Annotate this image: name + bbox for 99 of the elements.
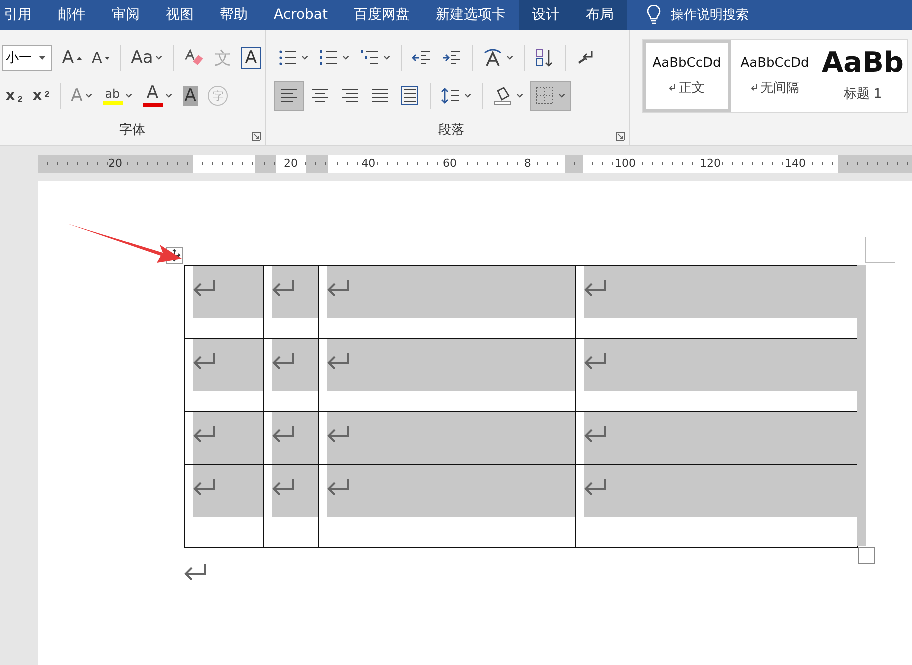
menu-tab[interactable]: 邮件 <box>45 0 99 30</box>
paragraph-mark-icon <box>584 278 608 298</box>
paragraph-mark-icon <box>272 424 296 444</box>
paragraph-mark-icon <box>193 278 217 298</box>
ruler-number: 120 <box>699 157 722 170</box>
return-arrow-icon <box>669 84 676 91</box>
group-label: 字体 <box>118 122 146 139</box>
paragraph-mark-icon <box>272 477 296 497</box>
eraser-icon[interactable] <box>184 48 204 68</box>
table-cell[interactable] <box>184 464 264 548</box>
line-spacing-icon <box>441 86 461 106</box>
menu-tab[interactable]: 布局 <box>573 0 627 30</box>
paragraph-mark-icon <box>193 351 217 371</box>
ruler-number: 60 <box>442 157 458 170</box>
subscript-button[interactable]: x <box>2 82 28 110</box>
return-arrow-icon <box>750 84 758 91</box>
menu-tab[interactable]: 新建选项卡 <box>423 0 519 30</box>
menu-tab[interactable]: Acrobat <box>261 0 341 30</box>
paragraph-mark-icon <box>327 278 351 298</box>
paragraph-mark-icon <box>584 351 608 371</box>
paragraph-mark-icon <box>327 351 351 371</box>
caret-icon <box>86 94 93 98</box>
border-grid-icon <box>535 86 555 106</box>
caret-down-icon <box>105 56 110 60</box>
caret-icon <box>517 94 524 98</box>
paragraph-mark-icon <box>193 477 217 497</box>
caret-up-icon <box>77 56 82 60</box>
tell-me-search[interactable]: 操作说明搜索 <box>671 6 749 24</box>
font-size-dropdown[interactable]: 小一 <box>2 45 52 71</box>
table-cell[interactable] <box>318 338 576 412</box>
paragraph-mark-icon <box>584 477 608 497</box>
align-left-button[interactable] <box>274 81 304 111</box>
ruler-number: 8 <box>523 157 532 170</box>
ruler-number: 40 <box>360 157 377 170</box>
ruler-text-area <box>193 154 255 172</box>
table-resize-handle[interactable] <box>858 547 875 564</box>
bullet-list-icon <box>278 48 298 68</box>
character-shading-button[interactable]: A <box>178 82 202 110</box>
paragraph-mark-icon <box>272 351 296 371</box>
highlight-button[interactable]: ab <box>98 82 137 110</box>
font-color-button[interactable]: A <box>138 82 177 110</box>
style-gallery-item[interactable]: AaBbCcDd 正文 <box>643 40 731 112</box>
table-cell[interactable] <box>576 266 858 338</box>
margin-corner-mark <box>865 237 895 264</box>
menu-tab[interactable]: 审阅 <box>99 0 153 30</box>
caret-icon <box>559 94 566 98</box>
ruler-margin-area <box>255 154 276 172</box>
table-cell[interactable] <box>318 464 576 548</box>
table-cell[interactable] <box>576 464 858 548</box>
menu-tab[interactable]: 帮助 <box>207 0 261 30</box>
paragraph-mark-icon <box>184 562 208 582</box>
lightbulb-icon <box>647 5 661 25</box>
ruler-number: 140 <box>784 157 807 170</box>
sort-icon <box>535 48 555 68</box>
table-cell[interactable] <box>264 338 318 412</box>
paragraph-mark-icon <box>584 424 608 444</box>
menu-tab[interactable]: 引用 <box>0 0 45 30</box>
table-cell[interactable] <box>318 412 576 464</box>
table-cell[interactable] <box>264 464 318 548</box>
caret-icon <box>166 94 173 98</box>
letter-arrow-icon <box>483 48 503 68</box>
ruler-margin-area <box>565 154 583 172</box>
caret-icon <box>156 56 164 60</box>
ruler-number: 100 <box>614 157 637 170</box>
table-cell[interactable] <box>184 338 264 412</box>
caret-icon <box>126 94 133 98</box>
caret-icon <box>507 56 514 60</box>
paint-bucket-icon <box>493 86 513 106</box>
paragraph-mark-icon <box>272 278 296 298</box>
change-case-button[interactable]: Aa <box>127 44 168 72</box>
menu-tab[interactable]: 视图 <box>153 0 207 30</box>
dialog-launcher-icon[interactable] <box>616 132 625 141</box>
caret-icon <box>384 56 391 60</box>
group-label: 段落 <box>438 122 466 139</box>
table-cell[interactable] <box>184 412 264 464</box>
table-cell[interactable] <box>318 266 576 338</box>
table-cell[interactable] <box>576 412 858 464</box>
distribute-icon <box>400 86 420 106</box>
shrink-font-button[interactable]: A <box>88 44 114 72</box>
dialog-launcher-icon[interactable] <box>252 132 261 141</box>
ruler-margin-area <box>306 154 328 172</box>
paragraph-mark-icon <box>327 424 351 444</box>
table-cell[interactable] <box>576 338 858 412</box>
caret-icon <box>302 56 309 60</box>
caret-icon <box>39 56 46 60</box>
caret-icon <box>465 94 472 98</box>
numbered-list-icon <box>319 48 339 68</box>
paragraph-mark-icon <box>193 424 217 444</box>
menu-tab[interactable]: 百度网盘 <box>341 0 423 30</box>
table-cell[interactable] <box>264 266 318 338</box>
grow-font-button[interactable]: A <box>58 44 86 72</box>
ruler-number: 20 <box>283 157 299 170</box>
table-cell[interactable] <box>264 412 318 464</box>
menu-tab[interactable]: 设计 <box>519 0 573 30</box>
caret-icon <box>343 56 350 60</box>
superscript-button[interactable]: x <box>29 82 54 110</box>
table-cell[interactable] <box>184 266 264 338</box>
paragraph-mark-icon <box>327 477 351 497</box>
ruler-number: 20 <box>108 157 124 170</box>
